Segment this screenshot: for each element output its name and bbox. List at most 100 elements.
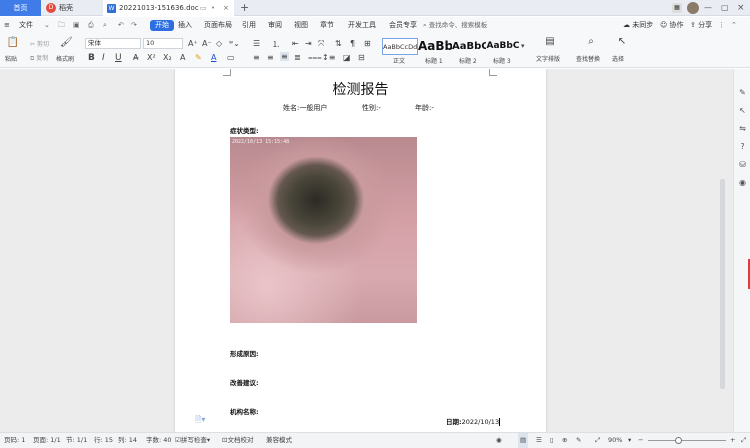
style-heading1-sample[interactable]: AaBb	[418, 38, 452, 55]
bullet-list-icon[interactable]: ☰	[253, 39, 260, 48]
styles-more-icon[interactable]: ▾	[521, 42, 525, 50]
redo-icon[interactable]: ↷	[131, 17, 137, 34]
strikethrough-icon[interactable]: A̶	[133, 53, 138, 62]
pinyin-icon[interactable]: ʷ⌄	[229, 39, 240, 48]
paste-icon[interactable]: 📋	[6, 37, 20, 49]
select-cursor-icon[interactable]: ↖	[615, 36, 629, 48]
minimize-icon[interactable]: —	[704, 0, 712, 16]
format-painter-button[interactable]: 格式刷	[56, 54, 74, 63]
pointer-icon[interactable]: ↖	[737, 105, 748, 116]
print-icon[interactable]: ⎙	[88, 17, 94, 34]
status-section[interactable]: 节: 1/1	[66, 433, 87, 448]
text-layout-icon[interactable]: ▤	[543, 36, 557, 48]
shrink-font-icon[interactable]: A⁻	[202, 39, 212, 48]
sync-status[interactable]: ☁ 未同步	[623, 17, 653, 34]
menu-start[interactable]: 开始	[150, 20, 174, 31]
font-size-select[interactable]: 10	[143, 38, 183, 49]
font-color-icon[interactable]: A	[211, 53, 216, 62]
pen-view-icon[interactable]: ✎	[576, 433, 581, 448]
doc-nav-icon[interactable]: 🗎▾	[195, 414, 205, 428]
window-icon[interactable]: ▭	[200, 0, 207, 16]
eye-protect-icon[interactable]: ◉	[496, 433, 502, 448]
read-view-icon[interactable]: ▯	[550, 433, 554, 448]
preview-icon[interactable]: ⌕	[103, 17, 107, 34]
save-icon[interactable]: ▣	[73, 17, 80, 34]
shading-icon[interactable]: ◪	[343, 53, 351, 62]
menu-chapter[interactable]: 章节	[320, 17, 334, 34]
sort-icon[interactable]: ⇅	[335, 39, 342, 48]
borders-icon[interactable]: ⊞	[364, 39, 371, 48]
align-center-icon[interactable]: ≡	[267, 53, 274, 62]
menu-page-layout[interactable]: 页面布局	[204, 17, 232, 34]
fit-page-icon[interactable]: ⤢	[595, 433, 600, 448]
layout-icon[interactable]: ▦	[672, 3, 682, 13]
zoom-in-icon[interactable]: +	[730, 433, 735, 448]
menu-references[interactable]: 引用	[242, 17, 256, 34]
zoom-out-icon[interactable]: −	[638, 433, 643, 448]
menu-review[interactable]: 审阅	[268, 17, 282, 34]
spell-check-toggle[interactable]: ☑拼写检查▾	[175, 433, 210, 448]
edit-pen-icon[interactable]: ✎	[737, 87, 748, 98]
tab-docer[interactable]: D 稻壳	[42, 0, 102, 16]
status-page[interactable]: 页码: 1	[4, 433, 25, 448]
align-left-icon[interactable]: ≡	[253, 53, 260, 62]
select-button[interactable]: 选择	[612, 54, 624, 63]
maximize-icon[interactable]: ▢	[721, 0, 729, 16]
tab-document[interactable]: W 20221013-151636.doc ▭ • ×	[103, 0, 234, 16]
numbered-list-icon[interactable]: ⒈	[272, 39, 280, 50]
font-name-select[interactable]: 宋体	[85, 38, 141, 49]
text-effect-icon[interactable]: A	[180, 53, 185, 62]
endoscope-photo[interactable]: 2022/10/13 15:15:48	[230, 137, 417, 323]
char-border-icon[interactable]: ▭	[227, 53, 235, 62]
menu-view[interactable]: 视图	[294, 17, 308, 34]
find-replace-button[interactable]: 查找替换	[576, 54, 600, 63]
status-row[interactable]: 行: 15	[94, 433, 113, 448]
document-page[interactable]: 检测报告 姓名:一般用户 性别:- 年龄:- 症状类型: 2022/10/13 …	[175, 69, 546, 432]
command-search[interactable]: ⌕ 查找命令、搜索模板	[423, 19, 513, 32]
menu-member[interactable]: 会员专享	[389, 17, 417, 34]
backup-icon[interactable]: ⛁	[737, 159, 748, 170]
style-heading2-sample[interactable]: AaBbC	[452, 38, 486, 55]
menu-developer[interactable]: 开发工具	[348, 17, 376, 34]
close-tab-icon[interactable]: ×	[223, 0, 229, 16]
distribute-icon[interactable]: ⩶	[308, 53, 322, 63]
chevron-down-icon[interactable]: ⌄	[44, 17, 50, 34]
justify-icon[interactable]: ≣	[294, 53, 301, 62]
outdent-icon[interactable]: ⇤	[292, 39, 299, 48]
show-marks-icon[interactable]: ¶	[350, 39, 355, 48]
status-words[interactable]: 字数: 40	[146, 433, 172, 448]
italic-icon[interactable]: I	[102, 53, 105, 63]
collaborate-button[interactable]: ☺ 协作	[660, 17, 684, 34]
share-button[interactable]: ⇪ 分享	[690, 17, 712, 34]
subscript-icon[interactable]: X₂	[163, 53, 172, 62]
adjust-icon[interactable]: ⇋	[737, 123, 748, 134]
style-normal-sample[interactable]: AaBbCcDd	[382, 38, 418, 55]
avatar[interactable]	[687, 2, 699, 14]
page-view-icon[interactable]: ▤	[518, 433, 529, 448]
tab-home[interactable]: 首页	[0, 0, 41, 16]
zoom-dropdown-icon[interactable]: ▾	[628, 433, 631, 448]
zoom-slider-thumb[interactable]	[675, 437, 682, 444]
doc-check-button[interactable]: ⊡文档校对	[222, 433, 253, 448]
table-border-icon[interactable]: ⊟	[358, 53, 365, 62]
text-layout-button[interactable]: 文字排版	[536, 54, 560, 63]
status-pages[interactable]: 页面: 1/1	[33, 433, 61, 448]
outline-view-icon[interactable]: ☰	[536, 433, 542, 448]
pin-icon[interactable]: •	[211, 0, 215, 16]
menu-file[interactable]: 文件	[19, 17, 33, 34]
help-icon[interactable]: ?	[737, 141, 748, 152]
new-tab-icon[interactable]: +	[240, 0, 249, 16]
open-folder-icon[interactable]: 🗀	[58, 17, 65, 34]
vertical-scrollbar[interactable]	[720, 179, 725, 389]
format-painter-icon[interactable]: 🖌	[60, 37, 73, 49]
style-heading3-sample[interactable]: AaBbC	[486, 38, 520, 55]
cut-button[interactable]: ✂ 剪切	[30, 39, 49, 48]
bold-icon[interactable]: B	[88, 53, 95, 63]
paste-button[interactable]: 粘贴	[5, 54, 17, 63]
more-icon[interactable]: ⋮	[718, 17, 725, 34]
superscript-icon[interactable]: X²	[147, 53, 156, 62]
copy-button[interactable]: ⧉ 复制	[30, 53, 48, 63]
chinese-layout-icon[interactable]: ⤧	[318, 39, 324, 49]
indent-icon[interactable]: ⇥	[305, 39, 312, 48]
fullscreen-icon[interactable]: ⤢	[741, 433, 746, 448]
